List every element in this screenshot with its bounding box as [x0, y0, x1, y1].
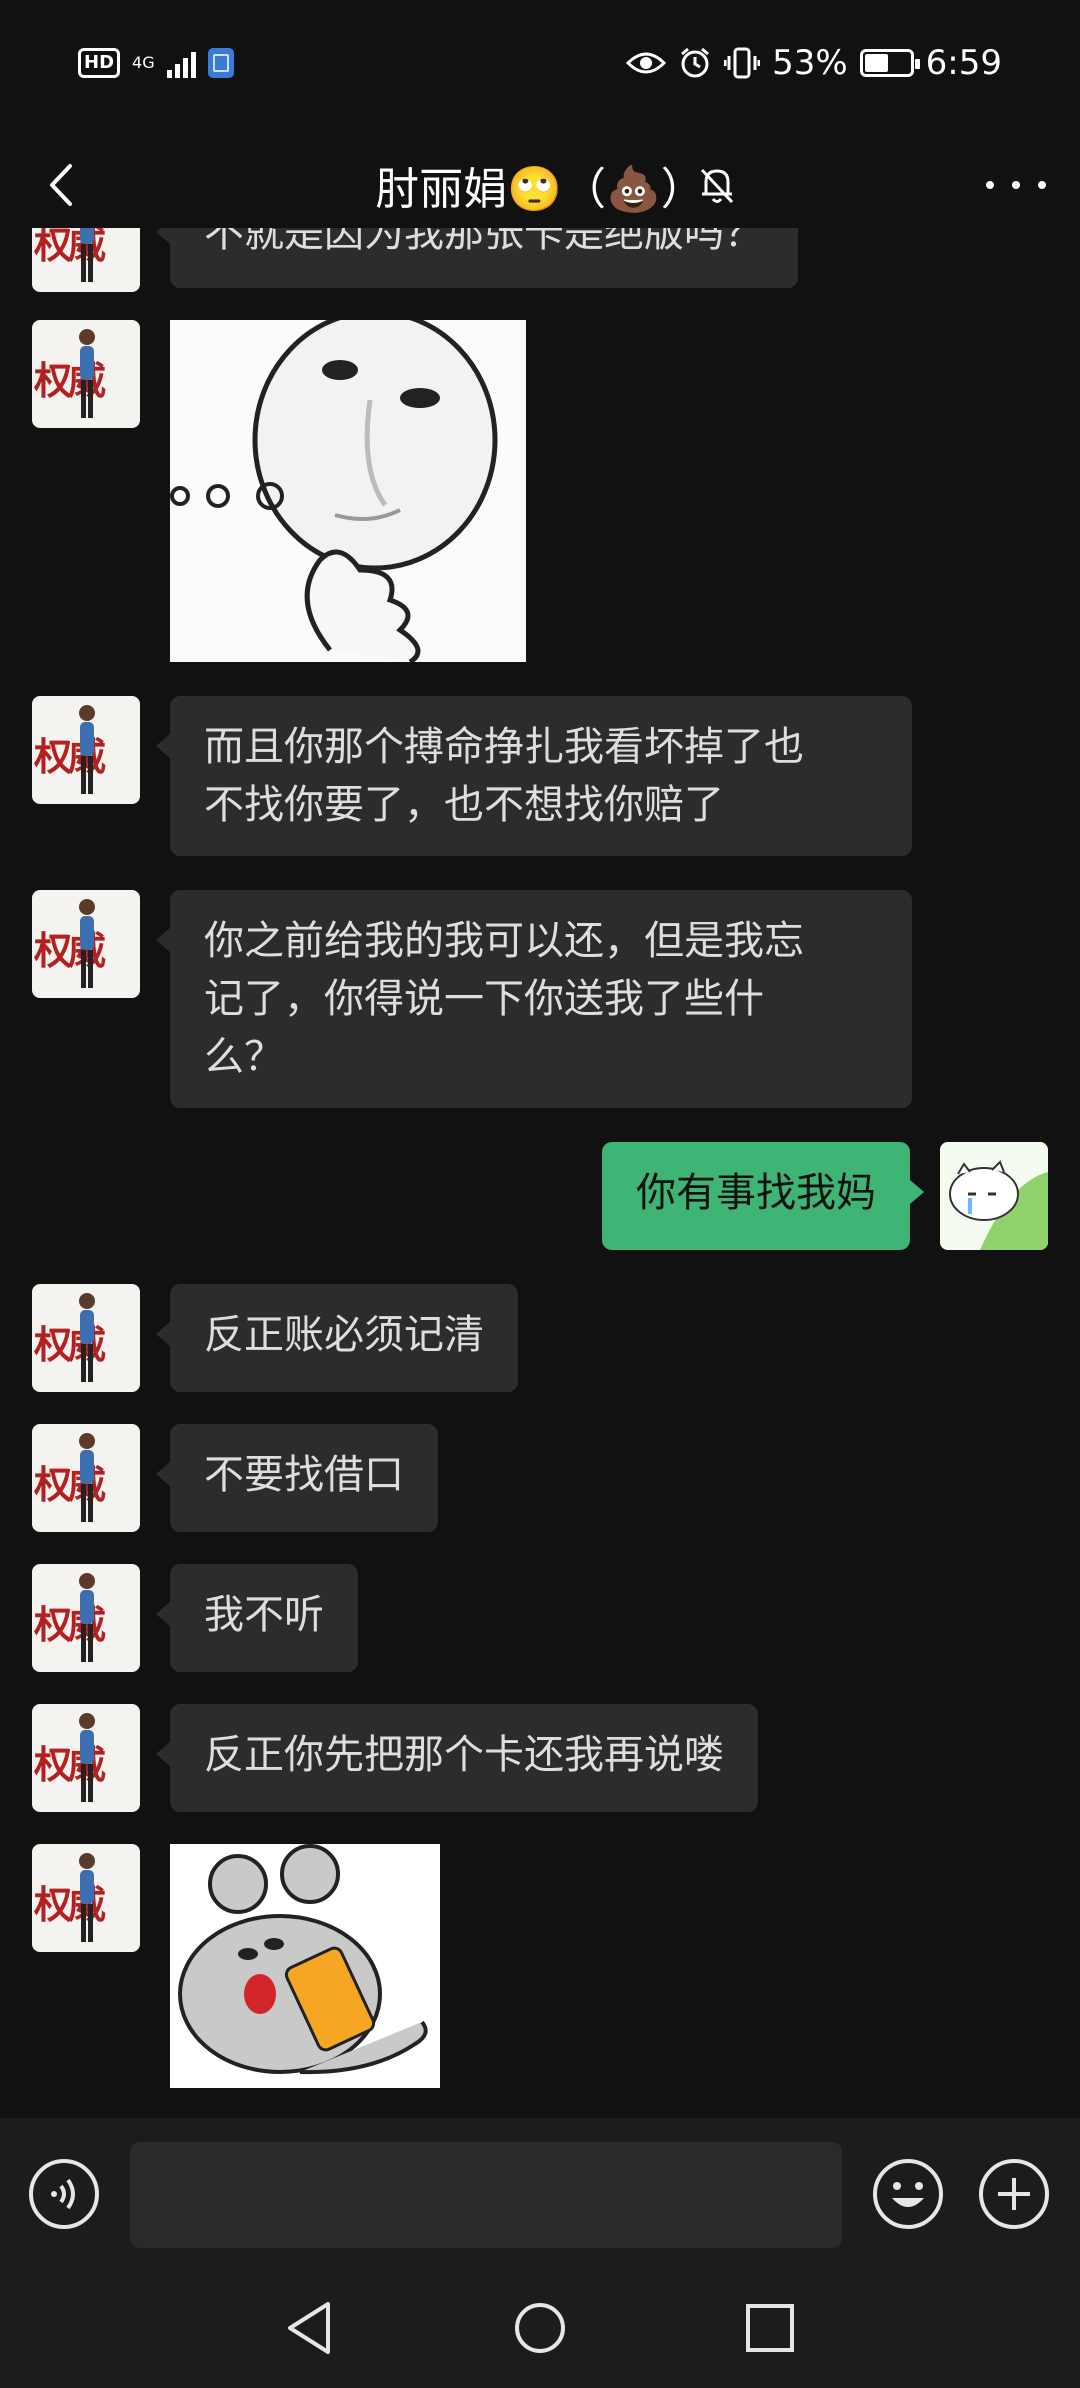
avatar-figure: [79, 1713, 95, 1802]
back-chevron-icon[interactable]: [40, 162, 86, 208]
contact-avatar[interactable]: 权威: [32, 890, 140, 998]
message-bubble[interactable]: 不要找借口: [156, 1424, 438, 1532]
message-bubble[interactable]: 你之前给我的我可以还，但是我忘 记了，你得说一下你送我了些什 么？: [156, 890, 912, 1108]
message-list[interactable]: 权威 不就是因为我那张卡是绝版吗？ 权威 权威 而且你那个搏命挣扎我看坏掉了也 …: [0, 228, 1080, 2118]
system-nav-bar: [0, 2268, 1080, 2388]
signal-icon: [166, 48, 196, 78]
message-bubble-outgoing[interactable]: 你有事找我妈: [602, 1142, 924, 1250]
battery-icon: [859, 49, 920, 77]
nav-home-icon[interactable]: [512, 2298, 568, 2358]
contact-avatar[interactable]: 权威: [32, 320, 140, 428]
plus-icon[interactable]: [978, 2158, 1050, 2230]
input-bar: [0, 2118, 1080, 2268]
status-left: HD 4G: [78, 48, 234, 78]
message-text-line: 不找你要了，也不想找你赔了: [204, 782, 724, 828]
contact-avatar[interactable]: 权威: [32, 696, 140, 804]
status-right: 53% 6:59: [626, 43, 1002, 83]
emoji-icon[interactable]: [872, 2158, 944, 2230]
message-text-line: 么？: [204, 1034, 284, 1080]
chat-header: 肘丽娟🙄（💩）: [0, 126, 1080, 244]
message-bubble[interactable]: 我不听: [156, 1564, 358, 1672]
avatar-figure: [79, 705, 95, 794]
message-text: 我不听: [204, 1592, 324, 1638]
wechat-chat-screen: HD 4G 53% 6:59 肘丽娟🙄（💩） 权威 不就是因为我那张卡是绝版吗？…: [0, 0, 1080, 2388]
message-input[interactable]: [130, 2142, 842, 2248]
message-text-line: 记了，你得说一下你送我了些什: [204, 976, 764, 1022]
message-bubble[interactable]: 不就是因为我那张卡是绝版吗？: [156, 228, 798, 288]
status-bar: HD 4G 53% 6:59: [0, 0, 1080, 126]
contact-avatar[interactable]: 权威: [32, 1564, 140, 1672]
more-options-button[interactable]: [986, 162, 1046, 208]
contact-avatar[interactable]: 权威: [32, 228, 140, 292]
my-avatar[interactable]: [940, 1142, 1048, 1250]
thinking-face-sticker[interactable]: [170, 320, 526, 662]
contact-avatar[interactable]: 权威: [32, 1844, 140, 1952]
eye-icon: [626, 52, 667, 74]
sim-card-icon: [207, 48, 234, 78]
clock: 6:59: [925, 43, 1002, 83]
battery-percent: 53%: [772, 43, 848, 83]
battery-fill: [864, 54, 888, 72]
message-text-line: 你之前给我的我可以还，但是我忘: [204, 918, 804, 964]
message-bubble[interactable]: 反正账必须记清: [156, 1284, 518, 1392]
nav-back-icon[interactable]: [282, 2298, 338, 2358]
contact-avatar[interactable]: 权威: [32, 1704, 140, 1812]
nav-recent-apps-icon[interactable]: [742, 2298, 798, 2358]
avatar-figure: [80, 228, 94, 282]
bell-off-icon: [700, 168, 734, 204]
mouse-sticker[interactable]: [170, 1844, 440, 2088]
message-text: 不要找借口: [204, 1452, 404, 1498]
message-bubble[interactable]: 而且你那个搏命挣扎我看坏掉了也 不找你要了，也不想找你赔了: [156, 696, 912, 856]
message-bubble[interactable]: 反正你先把那个卡还我再说喽: [156, 1704, 758, 1812]
avatar-figure: [79, 1573, 95, 1662]
avatar-figure: [79, 1293, 95, 1382]
avatar-figure: [79, 1853, 95, 1942]
vibrate-icon: [724, 47, 761, 79]
avatar-figure: [79, 899, 95, 988]
message-text: 反正账必须记清: [204, 1312, 484, 1358]
message-text-line: 而且你那个搏命挣扎我看坏掉了也: [204, 724, 804, 770]
network-type: 4G: [132, 53, 155, 72]
message-text: 不就是因为我那张卡是绝版吗？: [204, 228, 764, 256]
chat-title: 肘丽娟🙄（💩）: [375, 164, 705, 215]
avatar-figure: [79, 1433, 95, 1522]
contact-avatar[interactable]: 权威: [32, 1424, 140, 1532]
alarm-icon: [681, 47, 710, 78]
message-text: 反正你先把那个卡还我再说喽: [204, 1732, 724, 1778]
hd-badge: HD: [78, 48, 121, 78]
contact-avatar[interactable]: 权威: [32, 1284, 140, 1392]
voice-icon[interactable]: [28, 2158, 100, 2230]
message-text: 你有事找我妈: [636, 1170, 876, 1216]
avatar-figure: [79, 329, 95, 418]
